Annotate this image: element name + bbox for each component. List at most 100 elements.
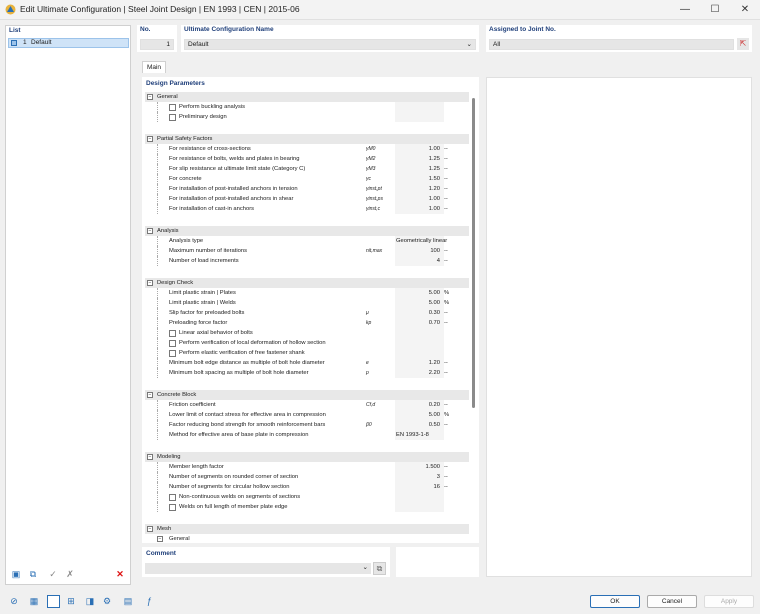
uncheck-all-icon[interactable]: ✗ [62,568,78,581]
section-general[interactable]: − General [145,92,469,102]
section-modeling[interactable]: − Modeling [145,452,469,462]
param-unit: -- [444,484,448,490]
assigned-field[interactable]: All [489,39,734,50]
number-field[interactable]: 1 [140,39,174,50]
param-row: Friction coefficient Cf,d 0.20 -- [145,400,469,410]
checkbox-label: Preliminary design [179,114,227,120]
checkbox[interactable] [169,349,176,357]
section-mesh[interactable]: − Mesh [145,524,469,534]
param-row: Limit plastic strain | Welds 5.00% [145,298,469,308]
list-item-default[interactable]: 1 Default [8,38,129,48]
window-icon[interactable] [47,595,60,608]
param-row: Minimum bolt spacing as multiple of bolt… [145,368,469,378]
cancel-button[interactable]: Cancel [647,595,697,608]
list-header: List [9,27,21,34]
section-analysis[interactable]: − Analysis [145,226,469,236]
maximize-button[interactable]: ☐ [700,0,730,20]
units-icon[interactable]: ▦ [26,595,42,608]
param-value[interactable]: 1.20 [395,184,440,194]
checkbox[interactable] [169,103,176,111]
param-value[interactable]: 1.500 [395,462,440,472]
param-value[interactable]: 5.00 [395,288,440,298]
structure-icon[interactable]: ▤ [120,595,136,608]
list-item-label: Default [31,39,52,46]
collapse-icon[interactable]: − [147,526,153,532]
collapse-icon[interactable]: − [147,454,153,460]
minimize-button[interactable]: — [670,0,700,20]
param-value[interactable]: EN 1993-1-8 [396,430,466,440]
param-value[interactable]: 2.20 [395,368,440,378]
param-value[interactable]: 5.00 [395,298,440,308]
table-icon[interactable]: ⊞ [63,595,79,608]
ok-button[interactable]: OK [590,595,640,608]
formula-icon[interactable]: ƒ [141,595,157,608]
param-value[interactable]: 1.00 [395,194,440,204]
checkbox[interactable] [169,503,176,511]
section-title: General [157,94,178,100]
copy-item-icon[interactable]: ⧉ [25,568,41,581]
settings-icon[interactable]: ⚙ [99,595,115,608]
param-symbol: p [366,370,369,376]
section-design-check[interactable]: − Design Check [145,278,469,288]
param-row: For installation of post-installed ancho… [145,184,469,194]
param-value[interactable]: 1.00 [395,204,440,214]
param-symbol: γinst,ps [366,196,383,202]
checkbox[interactable] [169,493,176,501]
param-value[interactable]: 0.70 [395,318,440,328]
delete-icon[interactable]: ✕ [112,568,128,581]
param-row: For installation of cast-in anchors γinst… [145,204,469,214]
name-field[interactable]: Default ⌄ [184,39,476,50]
param-value[interactable]: 0.50 [395,420,440,430]
close-button[interactable]: ✕ [730,0,760,20]
checkbox[interactable] [169,339,176,347]
param-label: Number of segments on rounded corner of … [169,474,299,480]
list-item-number: 1 [23,39,27,46]
checkbox[interactable] [169,329,176,337]
collapse-icon[interactable]: − [147,280,153,286]
subsection-general[interactable]: − General [145,534,469,542]
param-value[interactable]: 0.30 [395,308,440,318]
param-symbol: e [366,360,369,366]
param-unit: -- [444,156,448,162]
param-value[interactable]: 1.25 [395,164,440,174]
param-value[interactable]: 4 [395,256,440,266]
checkbox-label: Non-continuous welds on segments of sect… [179,494,301,500]
param-value[interactable]: 1.20 [395,358,440,368]
param-row: For concrete γc 1.50 -- [145,174,469,184]
param-value[interactable]: 1.25 [395,154,440,164]
chevron-down-icon[interactable]: ⌄ [363,563,368,571]
param-value[interactable]: 3 [395,472,440,482]
tab-main[interactable]: Main [142,61,166,73]
param-value[interactable]: 16 [395,482,440,492]
comment-input[interactable]: ⌄ [145,563,371,574]
param-value[interactable]: 0.20 [395,400,440,410]
chevron-down-icon[interactable]: ⌄ [467,41,472,49]
info-icon[interactable]: ◨ [82,595,98,608]
param-label: For installation of post-installed ancho… [169,196,294,202]
checkbox[interactable] [169,113,176,121]
param-row: Perform elastic verification of free fas… [145,348,469,358]
section-partial-safety[interactable]: − Partial Safety Factors [145,134,469,144]
check-all-icon[interactable]: ✓ [45,568,61,581]
param-value[interactable]: Geometrically linear [396,236,466,246]
collapse-icon[interactable]: − [147,136,153,142]
param-value[interactable]: 1.00 [395,144,440,154]
param-value[interactable]: 5.00 [395,410,440,420]
collapse-icon[interactable]: − [147,228,153,234]
comment-library-icon[interactable]: ⧉ [373,562,386,575]
section-concrete-block[interactable]: − Concrete Block [145,390,469,400]
param-label: Slip factor for preloaded bolts [169,310,245,316]
param-symbol: γM3 [366,166,376,172]
collapse-icon[interactable]: − [157,536,163,542]
scrollbar[interactable] [472,98,475,408]
param-symbol: γc [366,176,371,182]
param-unit: -- [444,320,448,326]
param-value[interactable]: 100 [395,246,440,256]
select-joint-icon[interactable]: ⇱ [737,38,749,50]
param-value[interactable]: 1.50 [395,174,440,184]
help-icon[interactable]: ⊘ [6,595,22,608]
collapse-icon[interactable]: − [147,94,153,100]
collapse-icon[interactable]: − [147,392,153,398]
apply-button[interactable]: Apply [704,595,754,608]
new-item-icon[interactable]: ▣ [8,568,24,581]
